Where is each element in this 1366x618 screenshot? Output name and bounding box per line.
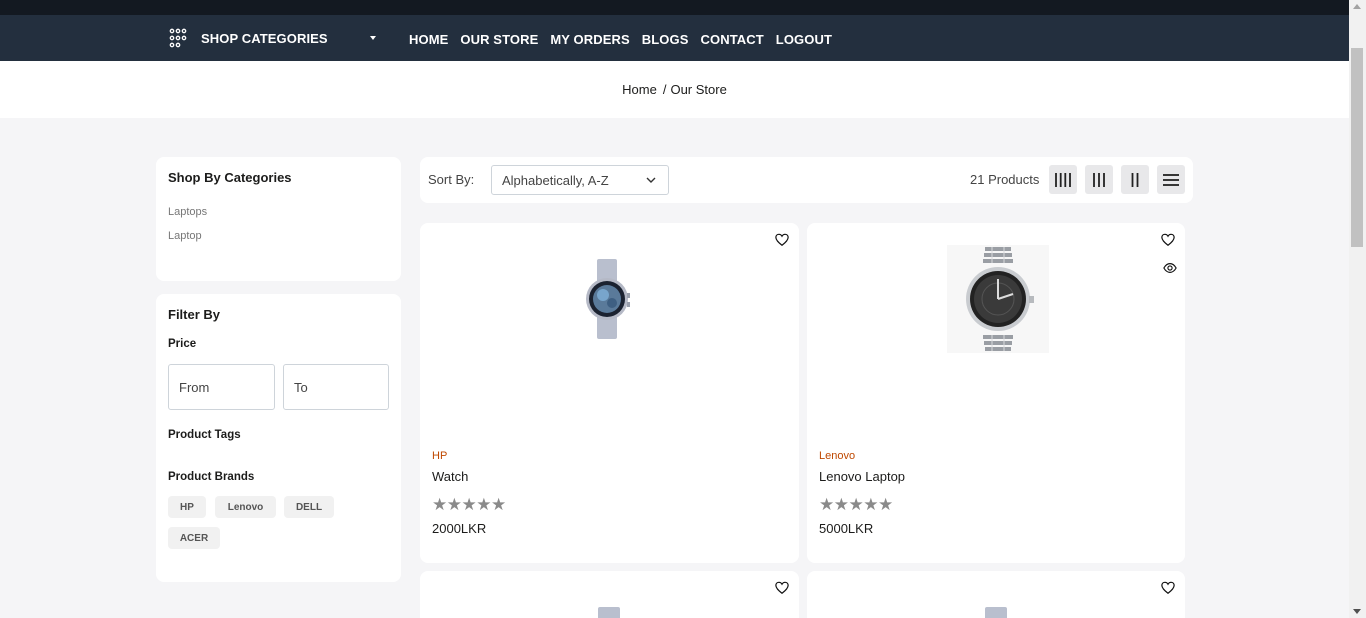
list-icon bbox=[1163, 173, 1179, 186]
brand-tag-hp[interactable]: HP bbox=[168, 496, 206, 518]
top-strip bbox=[0, 0, 1349, 15]
grid-dots-icon bbox=[169, 28, 187, 48]
heart-icon[interactable] bbox=[1161, 581, 1175, 595]
brand-tag-dell[interactable]: DELL bbox=[284, 496, 334, 518]
grid-4-icon bbox=[1055, 172, 1071, 187]
breadcrumb: Home / Our Store bbox=[0, 61, 1349, 118]
categories-title: Shop By Categories bbox=[168, 170, 292, 185]
nav-home-link[interactable]: HOME bbox=[409, 32, 448, 47]
price-label: Price bbox=[168, 338, 197, 350]
filter-title: Filter By bbox=[168, 307, 221, 322]
product-name[interactable]: Lenovo Laptop bbox=[819, 469, 905, 484]
product-tags-label: Product Tags bbox=[168, 429, 241, 441]
page-scrollbar[interactable] bbox=[1349, 0, 1366, 618]
watch-image bbox=[985, 607, 1007, 618]
grid-2-icon bbox=[1131, 172, 1139, 187]
category-link[interactable]: Laptop bbox=[168, 230, 202, 242]
product-name[interactable]: Watch bbox=[432, 469, 468, 484]
grid-2-view-button[interactable] bbox=[1121, 165, 1149, 194]
list-view-button[interactable] bbox=[1157, 165, 1185, 194]
sort-bar: Sort By: Alphabetically, A-Z 21 Products bbox=[420, 157, 1193, 203]
heart-icon[interactable] bbox=[1161, 233, 1175, 247]
eye-icon[interactable] bbox=[1163, 261, 1177, 275]
product-price: 5000LKR bbox=[819, 521, 874, 536]
brand-tag-acer[interactable]: ACER bbox=[168, 527, 220, 549]
breadcrumb-home-link[interactable]: Home bbox=[622, 82, 657, 97]
price-from-input[interactable] bbox=[168, 364, 275, 410]
categories-panel: Shop By Categories Laptops Laptop bbox=[156, 157, 401, 281]
chevron-down-icon bbox=[646, 177, 656, 183]
sort-select[interactable]: Alphabetically, A-Z bbox=[491, 165, 669, 195]
product-price: 2000LKR bbox=[432, 521, 487, 536]
product-card[interactable]: HP Watch ★★★★★ 2000LKR bbox=[420, 223, 799, 563]
main-navbar: SHOP CATEGORIES HOME OUR STORE MY ORDERS… bbox=[0, 15, 1349, 61]
scroll-down-arrow-icon[interactable] bbox=[1353, 609, 1361, 614]
sort-label: Sort By: bbox=[428, 172, 475, 187]
scroll-up-arrow-icon[interactable] bbox=[1353, 4, 1361, 9]
product-card[interactable] bbox=[420, 571, 799, 618]
product-brand: HP bbox=[432, 450, 448, 462]
watch-image bbox=[947, 245, 1049, 353]
nav-my-orders-link[interactable]: MY ORDERS bbox=[550, 32, 629, 47]
watch-image bbox=[598, 607, 620, 618]
product-card[interactable] bbox=[807, 571, 1185, 618]
sort-selected-value: Alphabetically, A-Z bbox=[502, 172, 609, 188]
heart-icon[interactable] bbox=[775, 581, 789, 595]
breadcrumb-separator: / bbox=[662, 82, 667, 97]
product-brand: Lenovo bbox=[819, 450, 856, 462]
brand-tag-lenovo[interactable]: Lenovo bbox=[215, 496, 276, 518]
nav-contact-link[interactable]: CONTACT bbox=[701, 32, 764, 47]
watch-image bbox=[586, 259, 630, 339]
grid-4-view-button[interactable] bbox=[1049, 165, 1077, 194]
price-to-input[interactable] bbox=[283, 364, 389, 410]
caret-down-icon bbox=[370, 36, 376, 40]
heart-icon[interactable] bbox=[775, 233, 789, 247]
nav-blogs-link[interactable]: BLOGS bbox=[642, 32, 689, 47]
rating-stars: ★★★★★ bbox=[819, 495, 893, 514]
grid-3-icon bbox=[1093, 172, 1105, 187]
category-link[interactable]: Laptops bbox=[168, 206, 207, 218]
nav-logout-link[interactable]: LOGOUT bbox=[776, 32, 832, 47]
shop-categories-dropdown[interactable]: SHOP CATEGORIES bbox=[168, 27, 382, 49]
product-brands-label: Product Brands bbox=[168, 471, 255, 483]
filter-panel: Filter By Price Product Tags Product Bra… bbox=[156, 294, 401, 582]
rating-stars: ★★★★★ bbox=[432, 495, 506, 514]
grid-3-view-button[interactable] bbox=[1085, 165, 1113, 194]
product-card[interactable]: Lenovo Lenovo Laptop ★★★★★ 5000LKR bbox=[807, 223, 1185, 563]
breadcrumb-current: Our Store bbox=[670, 82, 727, 97]
scroll-thumb[interactable] bbox=[1351, 48, 1363, 247]
nav-our-store-link[interactable]: OUR STORE bbox=[460, 32, 538, 47]
product-count: 21 Products bbox=[970, 172, 1040, 187]
main-menu: HOME OUR STORE MY ORDERS BLOGS CONTACT L… bbox=[409, 32, 832, 47]
shop-categories-label: SHOP CATEGORIES bbox=[201, 30, 328, 46]
